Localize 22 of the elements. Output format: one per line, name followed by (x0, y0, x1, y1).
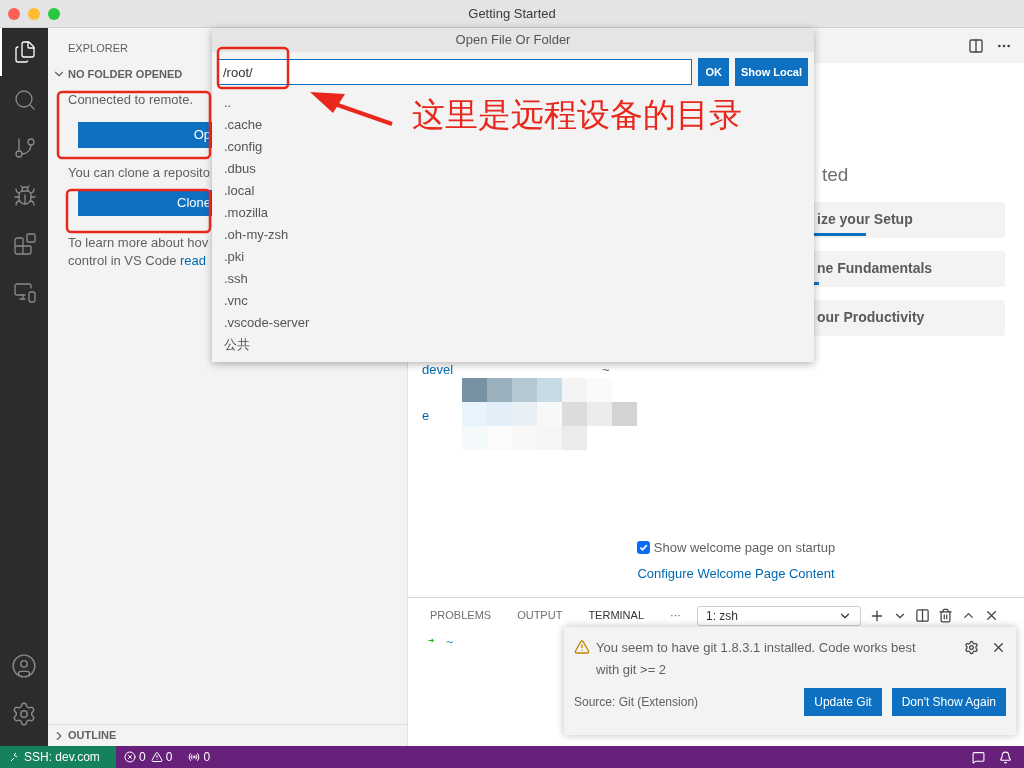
error-count: 0 (139, 749, 146, 766)
welcome-heading: ted (821, 163, 850, 187)
dialog-title: Open File Or Folder (212, 28, 814, 52)
prompt-arrow: ➜ (428, 634, 435, 648)
card-title: ize your Setup (817, 210, 913, 229)
notification-source: Source: Git (Extension) (574, 694, 699, 711)
prompt-directory: ~ (446, 634, 454, 651)
clone-hint-text: You can clone a reposito (68, 163, 210, 182)
checkbox-label: Show welcome page on startup (653, 539, 836, 557)
sidebar-title: EXPLORER (67, 41, 129, 56)
outline-label: OUTLINE (68, 728, 117, 744)
warning-count: 0 (165, 749, 173, 766)
window-title: Getting Started (468, 4, 556, 23)
learn-more-text: To learn more about hov control in VS Code read (68, 234, 209, 270)
connected-text: Connected to remote. (68, 91, 194, 109)
section-label: NO FOLDER OPENED (68, 66, 183, 82)
card-title: ne Fundamentals (817, 259, 933, 278)
card-title: our Productivity (817, 308, 925, 327)
recent-folder-path: ~ (602, 360, 610, 379)
annotation-text: 这里是远程设备的目录 (412, 94, 742, 136)
ports-count: 0 (203, 749, 211, 766)
notification-message: You seem to have git 1.8.3.1 installed. Code works best with git >= 2 (596, 639, 917, 679)
